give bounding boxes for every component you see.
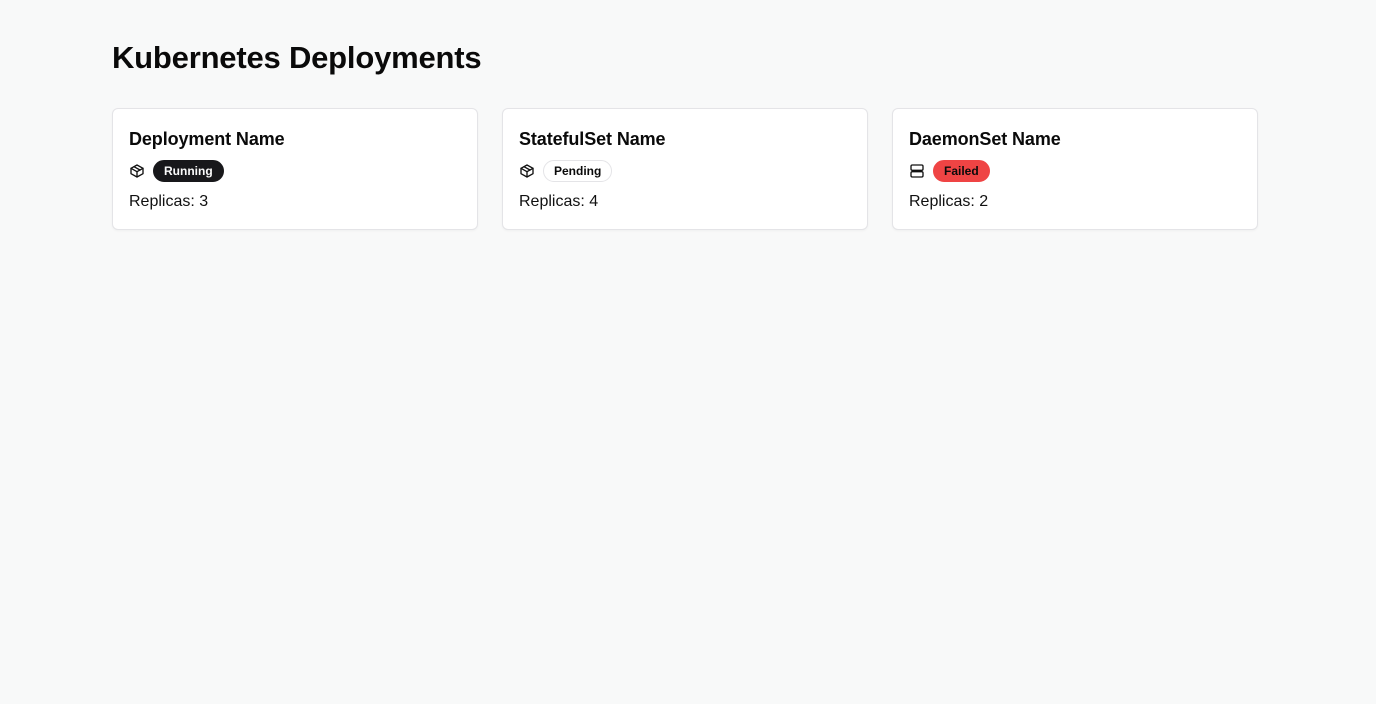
status-badge: Running — [153, 160, 224, 182]
status-row: Pending — [519, 160, 851, 182]
page-title: Kubernetes Deployments — [112, 40, 482, 75]
status-badge: Pending — [543, 160, 613, 182]
replicas-count: Replicas: 2 — [909, 193, 989, 210]
status-badge: Failed — [933, 160, 990, 182]
card-title: StatefulSet Name — [519, 129, 666, 149]
deployment-card[interactable]: Deployment Name Running Replicas: 3 — [112, 108, 478, 230]
replicas-count: Replicas: 4 — [519, 193, 599, 210]
status-row: Failed — [909, 160, 1241, 182]
daemonset-card[interactable]: DaemonSet Name Failed Replicas: 2 — [892, 108, 1258, 230]
card-title: DaemonSet Name — [909, 129, 1061, 149]
status-row: Running — [129, 160, 461, 182]
replicas-count: Replicas: 3 — [129, 193, 209, 210]
card-title: Deployment Name — [129, 129, 285, 149]
box-icon — [519, 163, 535, 179]
page: Kubernetes Deployments Deployment Name R… — [0, 0, 1376, 704]
statefulset-card[interactable]: StatefulSet Name Pending Replicas: 4 — [502, 108, 868, 230]
box-icon — [129, 163, 145, 179]
deployment-card-grid: Deployment Name Running Replicas: 3 Stat… — [112, 108, 1258, 230]
server-icon — [909, 163, 925, 179]
